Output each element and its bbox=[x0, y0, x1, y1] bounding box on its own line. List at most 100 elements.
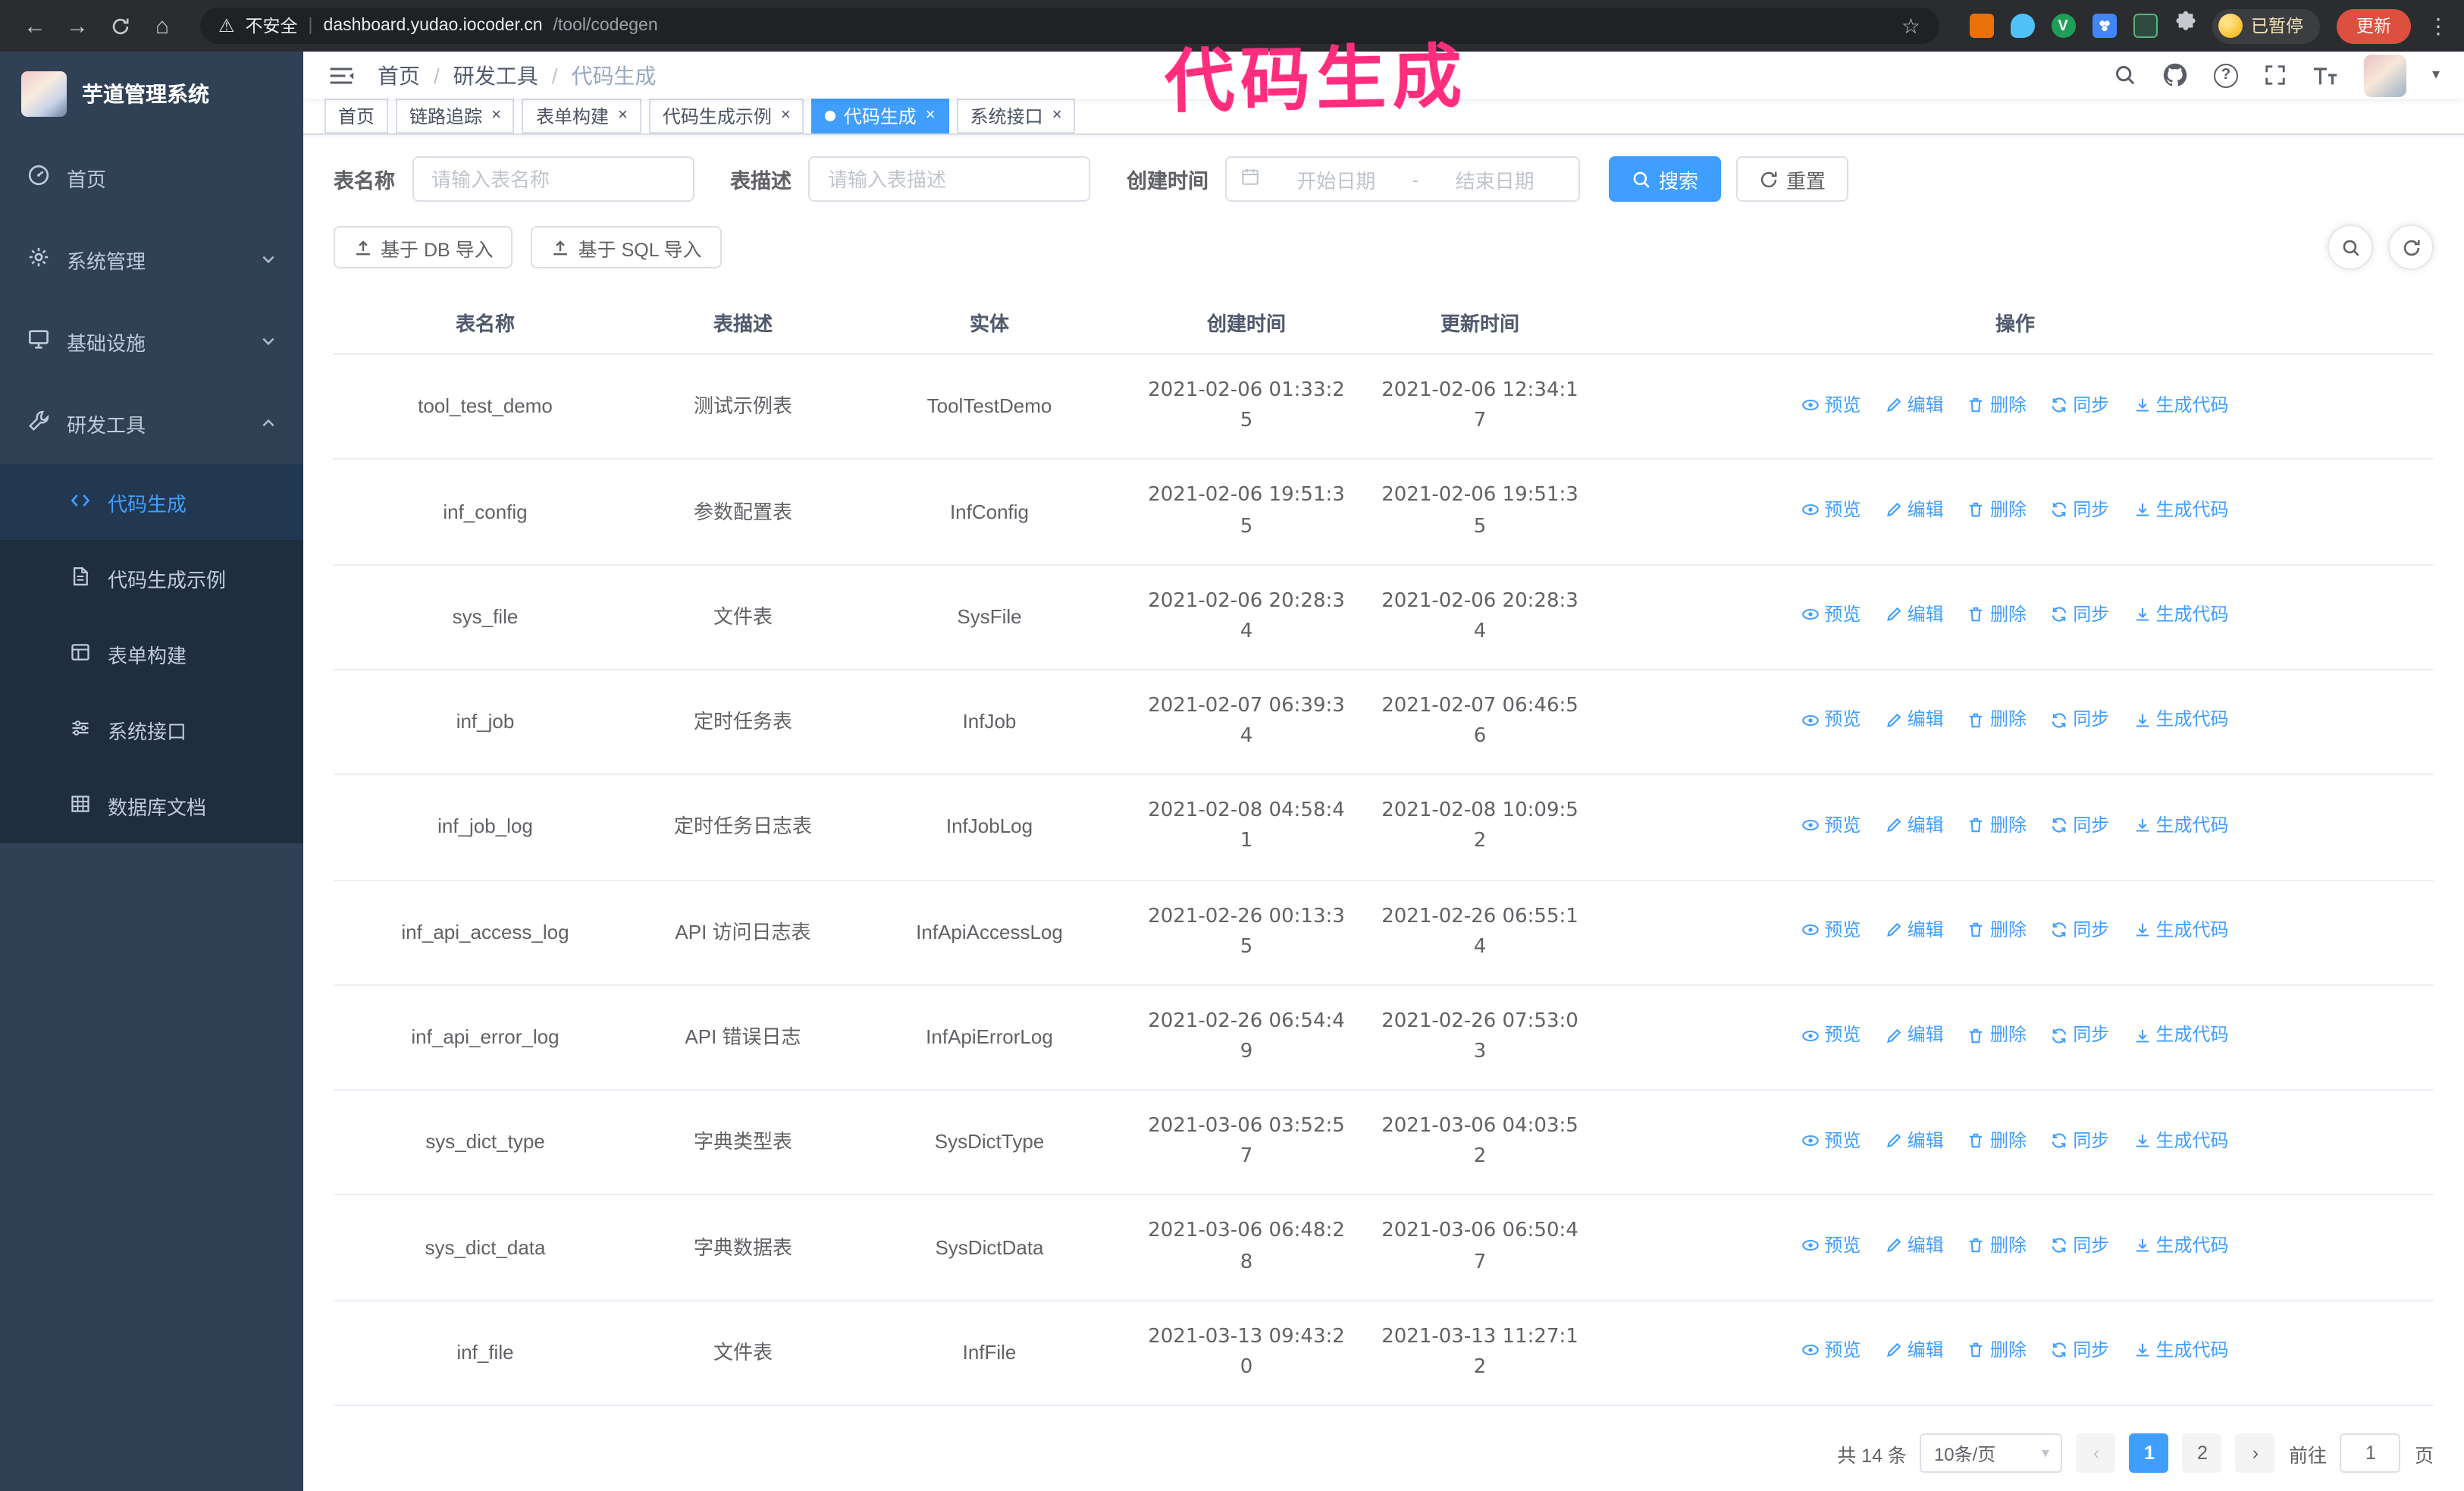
sync-link[interactable]: 同步 bbox=[2050, 496, 2109, 524]
sync-link[interactable]: 同步 bbox=[2050, 916, 2109, 944]
close-icon[interactable]: × bbox=[926, 107, 936, 124]
delete-link[interactable]: 删除 bbox=[1967, 1336, 2027, 1364]
import-db-button[interactable]: 基于 DB 导入 bbox=[334, 226, 513, 269]
delete-link[interactable]: 删除 bbox=[1967, 706, 2027, 734]
puzzle-icon[interactable] bbox=[2174, 11, 2196, 41]
profile-chip[interactable]: 已暂停 bbox=[2212, 8, 2320, 43]
page-size-select[interactable]: 10条/页 ▾ bbox=[1920, 1433, 2063, 1473]
preview-link[interactable]: 预览 bbox=[1801, 496, 1861, 524]
tab-home[interactable]: 首页 bbox=[324, 99, 389, 134]
generate-code-link[interactable]: 生成代码 bbox=[2133, 1022, 2229, 1050]
edit-link[interactable]: 编辑 bbox=[1885, 496, 1944, 524]
search-button[interactable]: 搜索 bbox=[1609, 156, 1722, 202]
edit-link[interactable]: 编辑 bbox=[1885, 601, 1944, 629]
preview-link[interactable]: 预览 bbox=[1801, 811, 1861, 839]
sync-link[interactable]: 同步 bbox=[2050, 706, 2109, 734]
sync-link[interactable]: 同步 bbox=[2050, 391, 2109, 419]
extension-icon-3[interactable] bbox=[2051, 14, 2075, 38]
edit-link[interactable]: 编辑 bbox=[1885, 1126, 1944, 1154]
sidebar-item-infra[interactable]: 基础设施 bbox=[0, 300, 303, 382]
delete-link[interactable]: 删除 bbox=[1967, 1022, 2027, 1050]
update-button[interactable]: 更新 bbox=[2337, 8, 2411, 43]
fullscreen-icon[interactable] bbox=[2264, 64, 2287, 86]
delete-link[interactable]: 删除 bbox=[1967, 496, 2027, 524]
preview-link[interactable]: 预览 bbox=[1801, 391, 1861, 419]
close-icon[interactable]: × bbox=[618, 107, 628, 124]
tab-codegen[interactable]: 代码生成 × bbox=[811, 99, 949, 134]
delete-link[interactable]: 删除 bbox=[1967, 916, 2027, 944]
refresh-button[interactable] bbox=[2388, 224, 2434, 271]
extension-icon-1[interactable] bbox=[1969, 14, 1993, 38]
sync-link[interactable]: 同步 bbox=[2050, 1336, 2109, 1364]
address-bar[interactable]: ⚠ 不安全 | dashboard.yudao.iocoder.cn/tool/… bbox=[200, 8, 1939, 44]
tab-codegen-example[interactable]: 代码生成示例 × bbox=[648, 99, 804, 134]
github-icon[interactable] bbox=[2162, 62, 2188, 88]
generate-code-link[interactable]: 生成代码 bbox=[2133, 811, 2229, 839]
preview-link[interactable]: 预览 bbox=[1801, 1336, 1861, 1364]
sidebar-item-system[interactable]: 系统管理 bbox=[0, 218, 303, 300]
edit-link[interactable]: 编辑 bbox=[1885, 1336, 1944, 1364]
extension-icon-4[interactable] bbox=[2092, 14, 2116, 38]
tab-trace[interactable]: 链路追踪 × bbox=[396, 99, 515, 134]
reset-button[interactable]: 重置 bbox=[1736, 156, 1849, 202]
back-icon[interactable]: ← bbox=[15, 13, 55, 39]
hamburger-icon[interactable] bbox=[328, 63, 355, 87]
close-icon[interactable]: × bbox=[1052, 107, 1062, 124]
table-desc-input[interactable] bbox=[808, 156, 1090, 202]
delete-link[interactable]: 删除 bbox=[1967, 601, 2027, 629]
generate-code-link[interactable]: 生成代码 bbox=[2133, 496, 2229, 524]
home-icon[interactable]: ⌂ bbox=[143, 13, 182, 39]
sync-link[interactable]: 同步 bbox=[2050, 1022, 2109, 1050]
browser-menu-icon[interactable]: ⋮ bbox=[2428, 13, 2449, 39]
preview-link[interactable]: 预览 bbox=[1801, 1232, 1861, 1260]
tab-system-api[interactable]: 系统接口 × bbox=[956, 99, 1076, 134]
import-sql-button[interactable]: 基于 SQL 导入 bbox=[531, 226, 722, 269]
generate-code-link[interactable]: 生成代码 bbox=[2133, 601, 2229, 629]
delete-link[interactable]: 删除 bbox=[1967, 391, 2027, 419]
prev-page-button[interactable]: ‹ bbox=[2076, 1433, 2116, 1473]
user-avatar[interactable] bbox=[2363, 54, 2406, 97]
edit-link[interactable]: 编辑 bbox=[1885, 811, 1944, 839]
reload-icon[interactable] bbox=[100, 13, 140, 39]
page-2-button[interactable]: 2 bbox=[2182, 1433, 2222, 1473]
preview-link[interactable]: 预览 bbox=[1801, 706, 1861, 734]
bookmark-star-icon[interactable]: ☆ bbox=[1901, 13, 1920, 39]
preview-link[interactable]: 预览 bbox=[1801, 1022, 1861, 1050]
generate-code-link[interactable]: 生成代码 bbox=[2133, 916, 2229, 944]
sync-link[interactable]: 同步 bbox=[2050, 601, 2109, 629]
preview-link[interactable]: 预览 bbox=[1801, 1126, 1861, 1154]
generate-code-link[interactable]: 生成代码 bbox=[2133, 1232, 2229, 1260]
edit-link[interactable]: 编辑 bbox=[1885, 391, 1944, 419]
sidebar-item-system-api[interactable]: 系统接口 bbox=[0, 692, 303, 767]
preview-link[interactable]: 预览 bbox=[1801, 601, 1861, 629]
edit-link[interactable]: 编辑 bbox=[1885, 916, 1944, 944]
tab-form-builder[interactable]: 表单构建 × bbox=[522, 99, 641, 134]
close-icon[interactable]: × bbox=[491, 107, 501, 124]
page-1-button[interactable]: 1 bbox=[2129, 1433, 2169, 1473]
font-size-icon[interactable] bbox=[2312, 64, 2338, 86]
chevron-down-icon[interactable]: ▾ bbox=[2432, 67, 2440, 83]
edit-link[interactable]: 编辑 bbox=[1885, 706, 1944, 734]
create-time-range-picker[interactable]: 开始日期 - 结束日期 bbox=[1225, 156, 1580, 202]
app-logo[interactable]: 芋道管理系统 bbox=[0, 52, 303, 137]
edit-link[interactable]: 编辑 bbox=[1885, 1232, 1944, 1260]
delete-link[interactable]: 删除 bbox=[1967, 1232, 2027, 1260]
sidebar-item-codegen-example[interactable]: 代码生成示例 bbox=[0, 540, 303, 616]
sync-link[interactable]: 同步 bbox=[2050, 811, 2109, 839]
next-page-button[interactable]: › bbox=[2235, 1433, 2275, 1473]
forward-icon[interactable]: → bbox=[58, 13, 97, 39]
close-icon[interactable]: × bbox=[781, 107, 791, 124]
breadcrumb-home[interactable]: 首页 bbox=[378, 60, 420, 90]
sidebar-item-codegen[interactable]: 代码生成 bbox=[0, 464, 303, 540]
sync-link[interactable]: 同步 bbox=[2050, 1126, 2109, 1154]
goto-page-input[interactable] bbox=[2340, 1433, 2401, 1473]
toggle-search-button[interactable] bbox=[2328, 224, 2373, 271]
breadcrumb-devtools[interactable]: 研发工具 bbox=[453, 60, 538, 90]
extension-icon-2[interactable] bbox=[2010, 14, 2034, 38]
extension-icon-5[interactable] bbox=[2133, 14, 2157, 38]
sync-link[interactable]: 同步 bbox=[2050, 1232, 2109, 1260]
sidebar-item-form-builder[interactable]: 表单构建 bbox=[0, 616, 303, 692]
sidebar-item-db-doc[interactable]: 数据库文档 bbox=[0, 767, 303, 843]
help-icon[interactable] bbox=[2213, 63, 2238, 88]
sidebar-item-devtools[interactable]: 研发工具 bbox=[0, 382, 303, 464]
